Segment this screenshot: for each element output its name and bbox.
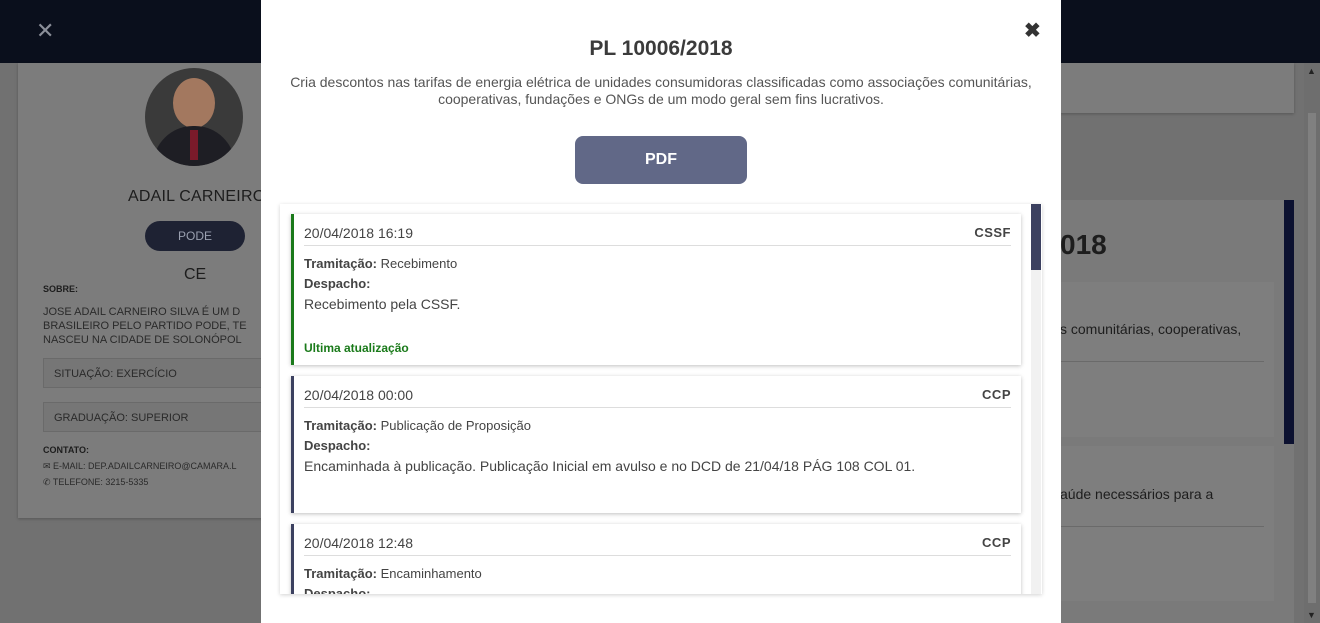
scroll-up-icon[interactable]: ▲ <box>1307 66 1316 76</box>
right-panel-title: 018 <box>1060 229 1107 260</box>
divider <box>304 245 1011 246</box>
state-label: CE <box>184 266 207 283</box>
latest-update-label: Ultima atualização <box>304 341 409 355</box>
party-badge[interactable]: PODE <box>145 221 245 251</box>
right-subcard <box>1040 446 1274 601</box>
entry-organ: CCP <box>982 387 1011 402</box>
entry-despacho-text: Recebimento pela CSSF. <box>304 296 461 312</box>
list-item: 20/04/2018 00:00 CCP Tramitação: Publica… <box>291 376 1021 513</box>
divider <box>304 407 1011 408</box>
entry-despacho-label: Despacho: <box>304 586 371 594</box>
entry-despacho-label: Despacho: <box>304 438 371 453</box>
education-box: GRADUAÇÃO: SUPERIOR <box>43 402 263 432</box>
divider <box>1060 526 1264 527</box>
right-panel-text: aúde necessários para a <box>1060 486 1214 502</box>
situation-box: SITUAÇÃO: EXERCÍCIO <box>43 358 263 388</box>
divider <box>1060 361 1264 362</box>
list-clip: 20/04/2018 12:48 CCP Tramitação: Encamin… <box>280 520 1031 594</box>
entry-despacho-text: Encaminhada à publicação. Publicação Ini… <box>304 458 916 474</box>
phone-line: ✆ TELEFONE: 3215-5335 <box>43 477 149 487</box>
about-label: SOBRE: <box>43 284 79 294</box>
entry-organ: CCP <box>982 535 1011 550</box>
scroll-down-icon[interactable]: ▼ <box>1307 610 1316 620</box>
about-text: JOSE ADAIL CARNEIRO SILVA É UM D BRASILE… <box>43 306 247 346</box>
modal-title: PL 10006/2018 <box>589 37 733 60</box>
page-scrollbar-thumb[interactable] <box>1308 113 1316 603</box>
pdf-button[interactable]: PDF <box>575 136 747 184</box>
right-card <box>1060 63 1294 113</box>
entry-tramitacao: Tramitação: Recebimento <box>304 256 458 271</box>
avatar <box>145 68 243 166</box>
contact-label: CONTATO: <box>43 445 89 455</box>
modal-description: Cria descontos nas tarifas de energia el… <box>290 74 1032 107</box>
entry-despacho-label: Despacho: <box>304 276 371 291</box>
right-panel-text: s comunitárias, cooperativas, <box>1060 321 1242 337</box>
right-subcard <box>1040 282 1274 437</box>
list-scrollbar-thumb[interactable] <box>1031 204 1041 270</box>
entry-tramitacao: Tramitação: Encaminhamento <box>304 566 482 581</box>
close-icon[interactable]: ✕ <box>36 20 54 42</box>
right-panel-accent <box>1284 200 1294 444</box>
email-line[interactable]: ✉ E-MAIL: DEP.ADAILCARNEIRO@CAMARA.L <box>43 461 237 472</box>
entry-organ: CSSF <box>974 225 1011 240</box>
entry-tramitacao: Tramitação: Publicação de Proposição <box>304 418 531 433</box>
entry-date: 20/04/2018 16:19 <box>304 225 413 241</box>
list-item: 20/04/2018 12:48 CCP Tramitação: Encamin… <box>291 524 1021 594</box>
divider <box>304 555 1011 556</box>
deputy-name: ADAIL CARNEIRO <box>128 188 266 205</box>
entry-date: 20/04/2018 00:00 <box>304 387 413 403</box>
list-item: 20/04/2018 16:19 CSSF Tramitação: Recebi… <box>291 214 1021 365</box>
entry-date: 20/04/2018 12:48 <box>304 535 413 551</box>
